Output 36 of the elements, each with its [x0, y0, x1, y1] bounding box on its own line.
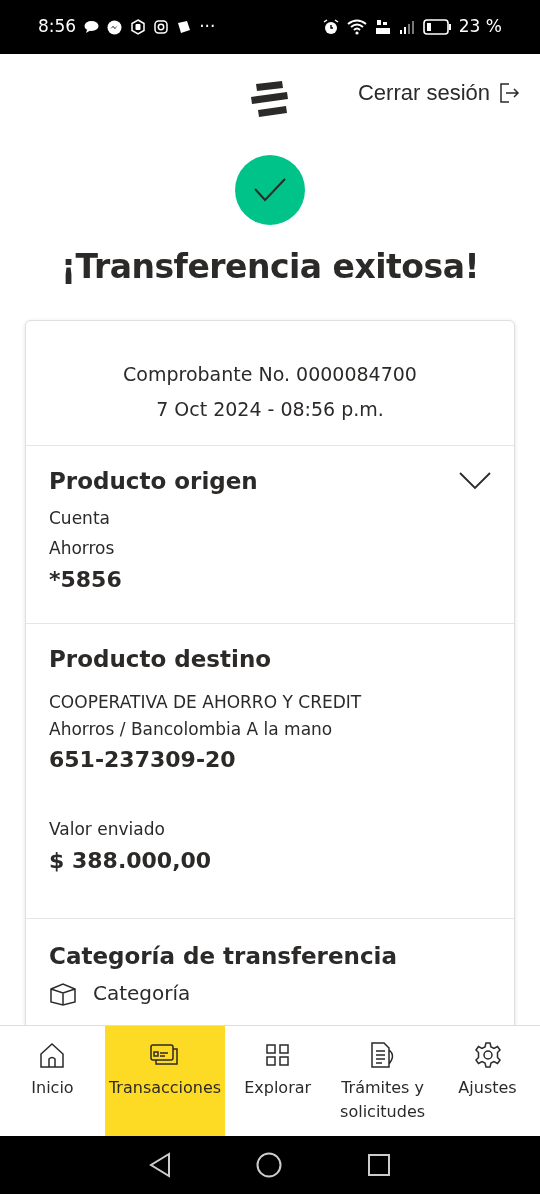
home-icon[interactable]: [256, 1152, 282, 1178]
receipt-datetime: 7 Oct 2024 - 08:56 p.m.: [155, 396, 385, 422]
camera-icon: [154, 20, 169, 34]
recipient-name: COOPERATIVA DE AHORRO Y CREDIT: [49, 691, 363, 715]
signal-icon: [398, 20, 415, 34]
battery-percent: 23 %: [458, 15, 502, 39]
account-number: *5856: [49, 566, 123, 595]
status-time: 8:56: [38, 15, 77, 39]
logo-icon: [250, 80, 290, 118]
category-label: Categoría: [93, 980, 191, 1008]
section-title: Producto destino: [49, 645, 273, 674]
page-title: ¡Transferencia exitosa!: [60, 247, 480, 287]
box-icon: [49, 980, 77, 1007]
recipient-product: Ahorros / Bancolombia A la mano: [49, 718, 334, 742]
amount-value: $ 388.000,00: [49, 847, 213, 876]
chevron-down-icon[interactable]: [459, 472, 491, 491]
messenger-icon: [107, 19, 123, 35]
section-title: Producto origen: [49, 467, 258, 496]
wifi-icon: [346, 19, 367, 35]
receipt-number: Comprobante No. 0000084700: [122, 361, 418, 387]
chat-icon: [84, 20, 100, 34]
account-number: 651-237309-20: [49, 746, 237, 775]
recents-icon[interactable]: [367, 1153, 391, 1177]
check-icon: [253, 177, 287, 203]
back-icon[interactable]: [149, 1152, 171, 1178]
amount-label: Valor enviado: [49, 818, 166, 842]
more-notifications: ···: [199, 15, 216, 39]
nav-tab[interactable]: Transacciones: [104, 1026, 226, 1136]
alarm-icon: [322, 19, 339, 35]
section-title: Categoría de transferencia: [49, 942, 398, 971]
battery-icon: [422, 19, 451, 35]
logout-button[interactable]: Cerrar sesión: [357, 76, 520, 109]
account-subtype: Ahorros: [49, 537, 116, 561]
account-type: Cuenta: [49, 507, 111, 531]
settings-icon: [472, 1040, 503, 1070]
logout-icon: [498, 81, 520, 104]
